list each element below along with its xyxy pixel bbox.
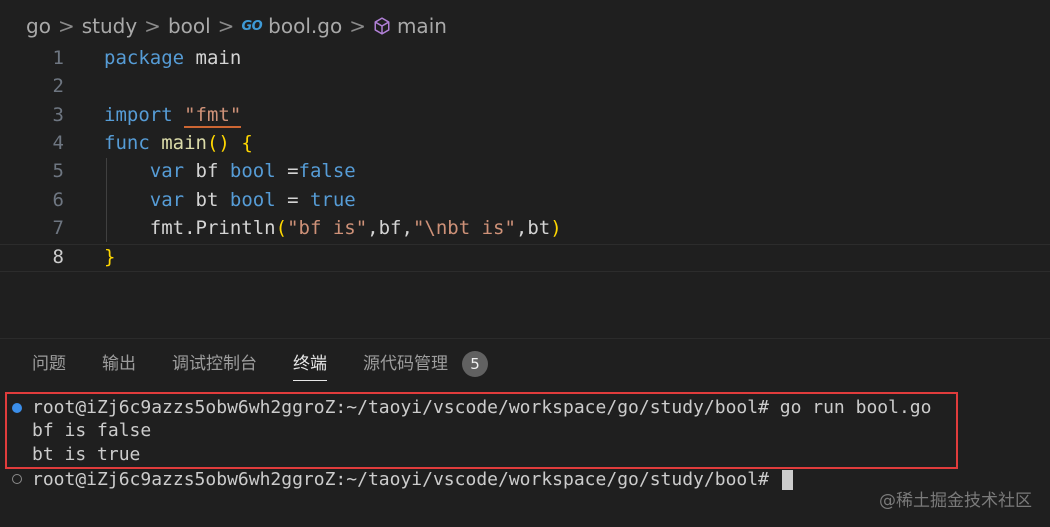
code-line: 7 fmt.Println("bf is",bf,"\nbt is",bt) xyxy=(0,214,1050,242)
code-token: true xyxy=(309,189,356,211)
code-token: import xyxy=(104,104,173,126)
code-token: func xyxy=(104,132,150,154)
line-number: 2 xyxy=(52,75,64,97)
code-token: fmt xyxy=(149,217,185,239)
terminal-prompt: root@iZj6c9azzs5obw6wh2ggroZ:~/taoyi/vsc… xyxy=(32,468,793,492)
code-token: bf xyxy=(195,160,219,182)
breadcrumb-item-go[interactable]: go xyxy=(26,14,51,38)
chevron-right-icon: > xyxy=(57,14,75,38)
code-line-active: 8 } xyxy=(0,243,1050,271)
code-token: = xyxy=(275,189,310,211)
tab-debug-console[interactable]: 调试控制台 xyxy=(172,339,257,389)
line-number: 3 xyxy=(52,104,64,126)
chevron-right-icon: > xyxy=(217,14,235,38)
code-token: Println xyxy=(195,217,276,239)
terminal-line: root@iZj6c9azzs5obw6wh2ggroZ:~/taoyi/vsc… xyxy=(32,469,780,490)
tab-terminal[interactable]: 终端 xyxy=(293,339,327,389)
terminal-cursor xyxy=(781,470,793,490)
breadcrumb-item-study[interactable]: study xyxy=(82,14,137,38)
code-token: } xyxy=(104,246,116,268)
code-line: 2 xyxy=(0,72,1050,100)
code-editor[interactable]: 1 package main 2 3 import "fmt" 4 func m… xyxy=(0,43,1050,338)
tab-output[interactable]: 输出 xyxy=(102,339,136,389)
code-token-string: "\nbt is" xyxy=(412,217,516,239)
line-number: 5 xyxy=(52,160,64,182)
code-token: package xyxy=(104,47,185,69)
command-decoration-icon[interactable] xyxy=(12,474,22,484)
code-token: ( xyxy=(275,217,288,239)
annotation-highlight-box xyxy=(5,392,958,469)
code-token: { xyxy=(241,132,253,154)
line-number: 4 xyxy=(52,132,64,154)
tab-problems[interactable]: 问题 xyxy=(32,339,66,389)
line-number: 8 xyxy=(52,246,64,268)
line-number: 1 xyxy=(52,47,64,69)
code-token-string: "bf is" xyxy=(287,217,368,239)
breadcrumb-item-symbol[interactable]: main xyxy=(397,14,447,38)
watermark: @稀土掘金技术社区 xyxy=(879,491,1032,511)
code-token: , xyxy=(367,217,379,239)
code-token: main xyxy=(161,132,207,154)
symbol-cube-icon xyxy=(374,17,390,35)
code-line: 4 func main() { xyxy=(0,129,1050,157)
code-token: = xyxy=(275,160,299,182)
code-token-string: "fmt" xyxy=(184,104,242,128)
code-token: . xyxy=(184,217,196,239)
chevron-right-icon: > xyxy=(144,14,161,38)
breadcrumb-item-bool[interactable]: bool xyxy=(168,14,211,38)
code-token: ) xyxy=(550,217,562,239)
code-line: 6 var bt bool = true xyxy=(0,186,1050,214)
code-token: () xyxy=(206,132,230,154)
code-token: bool xyxy=(229,189,276,211)
code-token: bf xyxy=(378,217,402,239)
line-number: 7 xyxy=(52,217,64,239)
code-token: main xyxy=(184,47,242,69)
breadcrumb-item-file[interactable]: bool.go xyxy=(268,14,342,38)
code-token: , xyxy=(515,217,528,239)
code-token: bt xyxy=(527,217,551,239)
code-token: false xyxy=(298,160,356,182)
panel-tabs: 问题 输出 调试控制台 终端 源代码管理 5 xyxy=(0,339,1050,389)
chevron-right-icon: > xyxy=(349,14,366,38)
code-token: var xyxy=(149,189,185,211)
code-line: 1 package main xyxy=(0,44,1050,72)
code-line: 3 import "fmt" xyxy=(0,101,1050,129)
code-token: , xyxy=(401,217,413,239)
go-file-icon: GO xyxy=(241,18,263,34)
line-number: 6 xyxy=(52,189,64,211)
source-control-badge: 5 xyxy=(462,351,488,377)
code-token: var xyxy=(149,160,185,182)
code-token: bt xyxy=(195,189,219,211)
code-token: bool xyxy=(229,160,276,182)
tab-source-control[interactable]: 源代码管理 xyxy=(363,339,448,389)
code-line: 5 var bf bool =false xyxy=(0,157,1050,185)
